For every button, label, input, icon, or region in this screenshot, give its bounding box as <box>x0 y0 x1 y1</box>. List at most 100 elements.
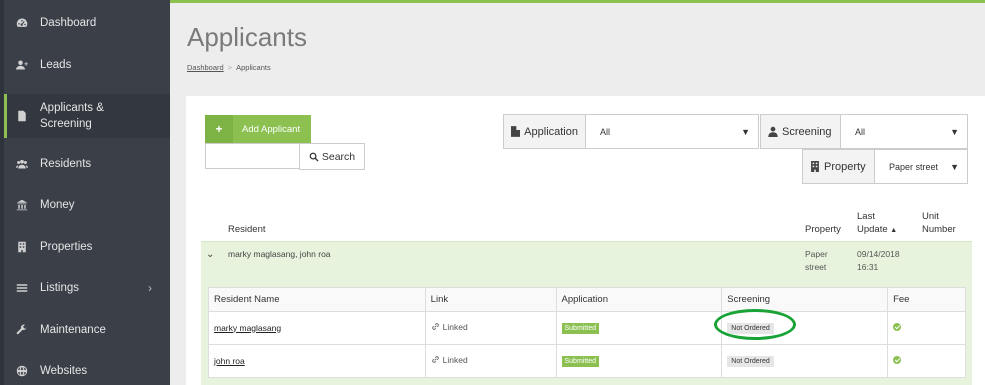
file-icon <box>4 110 40 122</box>
screening-filter-text: Screening <box>782 125 832 138</box>
application-select-value: All <box>600 126 611 137</box>
screening-cell: Not Ordered <box>721 311 889 345</box>
sidebar-item-leads[interactable]: Leads <box>4 45 170 85</box>
sidebar-item-label: Residents <box>40 158 92 170</box>
sidebar-item-applicants[interactable]: Applicants & Screening <box>4 94 170 138</box>
application-filter-label: Application <box>504 115 586 148</box>
status-badge: Not Ordered <box>727 323 774 334</box>
sidebar-item-label: Money <box>40 199 75 211</box>
link-status-text: Linked <box>442 354 468 365</box>
sidebar-item-websites[interactable]: Websites <box>4 351 170 385</box>
link-status: Linked <box>431 322 468 332</box>
table-row: marky maglasang Linked Submitted Not Ord… <box>208 311 966 345</box>
breadcrumb: Dashboard > Applicants <box>187 63 271 72</box>
sidebar-item-properties[interactable]: Properties <box>4 227 170 267</box>
page-title: Applicants <box>187 22 307 52</box>
dashboard-icon <box>4 17 40 29</box>
column-header-property[interactable]: Property <box>805 223 841 236</box>
sidebar-item-label: Leads <box>40 59 72 71</box>
caret-down-icon: ▼ <box>950 126 959 137</box>
check-circle-icon <box>893 322 902 331</box>
resident-name-cell: marky maglasang <box>208 311 426 345</box>
breadcrumb-dashboard-link[interactable]: Dashboard <box>187 63 224 72</box>
sidebar-item-label: Properties <box>40 241 93 253</box>
user-plus-icon <box>4 59 40 71</box>
fee-cell <box>887 344 966 378</box>
sort-asc-icon: ▲ <box>890 227 898 234</box>
group-time: 16:31 <box>857 262 879 272</box>
property-select-value: Paper street <box>889 161 939 172</box>
link-cell: Linked <box>424 344 557 378</box>
search-icon <box>309 152 319 162</box>
bank-icon <box>4 199 40 211</box>
column-header-screening: Screening <box>721 287 889 312</box>
resident-name-link[interactable]: john roa <box>214 356 245 366</box>
sidebar-item-money[interactable]: Money <box>4 185 170 225</box>
check-circle-icon <box>893 355 902 364</box>
group-property-line2: street <box>805 262 827 272</box>
sidebar-item-label: Dashboard <box>40 17 97 29</box>
table-header-row: Resident Name Link Application Screening… <box>208 287 966 312</box>
group-last-update: 09/14/2018 16:31 <box>857 248 900 274</box>
plus-icon: + <box>205 115 233 143</box>
resident-name-link[interactable]: marky maglasang <box>214 323 281 333</box>
column-header-fee: Fee <box>887 287 966 312</box>
link-icon <box>431 356 439 363</box>
globe-icon <box>4 365 40 377</box>
sidebar-item-listings[interactable]: Listings › <box>4 268 170 308</box>
chevron-down-icon[interactable]: ⌄ <box>206 249 214 260</box>
status-badge: Not Ordered <box>727 356 774 367</box>
add-applicant-label: Add Applicant <box>242 123 301 135</box>
column-header-last-update-line2: Update <box>857 224 888 235</box>
group-date: 09/14/2018 <box>857 249 900 259</box>
column-header-resident[interactable]: Resident <box>228 223 266 236</box>
property-select[interactable]: Paper street ▼ <box>875 150 967 183</box>
building-icon <box>811 161 819 172</box>
add-applicant-button[interactable]: + Add Applicant <box>205 115 311 143</box>
users-icon <box>4 158 40 170</box>
screening-select[interactable]: All ▼ <box>841 115 967 148</box>
sidebar-item-maintenance[interactable]: Maintenance <box>4 310 170 350</box>
building-icon <box>4 241 40 253</box>
search-label: Search <box>321 150 356 163</box>
screening-cell: Not Ordered <box>721 344 889 378</box>
column-header-last-update-line1: Last <box>857 211 875 222</box>
property-filter-label: Property <box>803 150 875 183</box>
sidebar-item-dashboard[interactable]: Dashboard <box>4 3 170 43</box>
column-header-resident-name: Resident Name <box>208 287 426 312</box>
sidebar-item-residents[interactable]: Residents <box>4 144 170 184</box>
sidebar-item-label: Websites <box>40 365 88 377</box>
application-select[interactable]: All ▼ <box>586 115 758 148</box>
group-property: Paper street <box>805 248 828 274</box>
screening-filter: Screening All ▼ <box>760 114 968 149</box>
column-header-unit-line2: Number <box>922 224 956 235</box>
chevron-right-icon: › <box>148 281 152 295</box>
screening-filter-label: Screening <box>761 115 841 148</box>
user-icon <box>768 126 778 137</box>
applicant-detail-table: Resident Name Link Application Screening… <box>208 287 966 378</box>
status-badge: Submitted <box>561 323 600 334</box>
application-filter-text: Application <box>524 125 578 138</box>
column-header-last-update[interactable]: Last Update ▲ <box>857 210 897 237</box>
search-input[interactable] <box>205 143 300 169</box>
column-header-unit-line1: Unit <box>922 211 939 222</box>
fee-cell <box>887 311 966 345</box>
sidebar: Dashboard Leads Applicants & Screening R… <box>0 0 170 385</box>
sidebar-item-label: Listings <box>40 282 79 294</box>
breadcrumb-separator: > <box>227 63 233 72</box>
column-header-link: Link <box>424 287 557 312</box>
group-property-line1: Paper <box>805 249 828 259</box>
column-header-application: Application <box>555 287 723 312</box>
search-button[interactable]: Search <box>299 143 365 170</box>
caret-down-icon: ▼ <box>741 126 750 137</box>
application-cell: Submitted <box>555 344 723 378</box>
link-status: Linked <box>431 355 468 365</box>
column-header-unit-number[interactable]: Unit Number <box>922 210 956 236</box>
application-cell: Submitted <box>555 311 723 345</box>
link-status-text: Linked <box>442 321 468 332</box>
wrench-icon <box>4 324 40 336</box>
list-icon <box>4 282 40 294</box>
file-icon <box>511 126 521 137</box>
sidebar-item-label: Maintenance <box>40 324 106 336</box>
group-residents: marky maglasang, john roa <box>228 249 331 259</box>
